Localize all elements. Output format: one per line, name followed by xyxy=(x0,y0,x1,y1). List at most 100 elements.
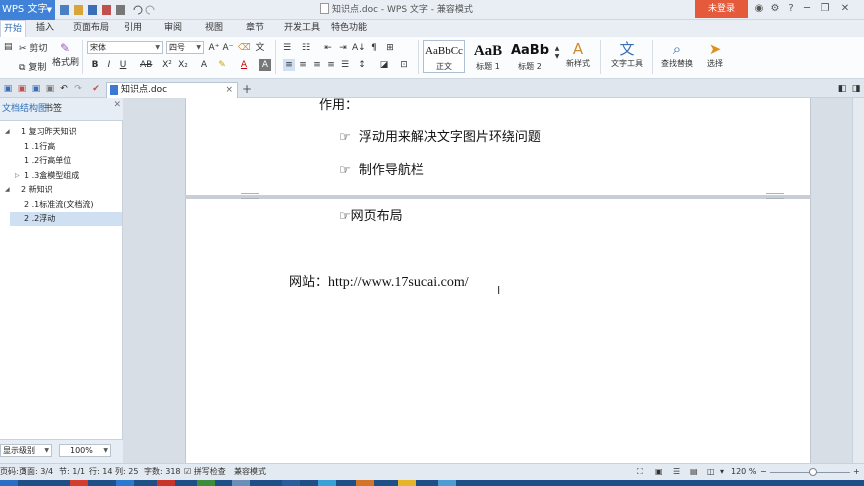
find-replace-button[interactable]: ⌕ 查找替换 xyxy=(657,40,697,69)
web-view-icon[interactable]: ▤ xyxy=(690,464,698,480)
distributed-icon[interactable]: ☰ xyxy=(339,59,351,71)
page-view-icon[interactable]: ▣ xyxy=(655,464,663,480)
skin-icon[interactable]: ◉ xyxy=(752,2,766,16)
line-spacing-icon[interactable]: ↕ xyxy=(356,59,368,71)
taskbar-app-icon[interactable] xyxy=(232,480,250,486)
bullet-item[interactable]: ☞ 制作导航栏 xyxy=(339,162,424,180)
check-icon[interactable]: ✔ xyxy=(90,83,102,95)
zoom-dropdown-icon[interactable]: ▾ xyxy=(720,464,724,480)
login-button[interactable]: 未登录 xyxy=(695,0,748,18)
justify-icon[interactable]: ≡ xyxy=(325,59,337,71)
pinyin-icon[interactable]: 文 xyxy=(254,42,266,54)
fullscreen-icon[interactable]: ⛶ xyxy=(637,464,643,480)
taskbar-app-icon[interactable] xyxy=(318,480,336,486)
taskbar-app-icon[interactable] xyxy=(197,480,215,486)
vertical-scrollbar[interactable] xyxy=(852,98,864,463)
outline-item[interactable]: 2 .1标准流(文档流) xyxy=(10,198,122,212)
tab-bar-icon[interactable]: ▣ xyxy=(30,83,42,95)
tab-review[interactable]: 审阅 xyxy=(164,20,182,37)
redo-icon[interactable]: ↷ xyxy=(72,83,84,95)
tab-bar-icon[interactable]: ▣ xyxy=(44,83,56,95)
outline-item[interactable]: 1 .1行高 xyxy=(10,140,122,154)
heading-text[interactable]: 作用： xyxy=(319,98,358,114)
italic-icon[interactable]: I xyxy=(103,59,115,71)
tab-chapter[interactable]: 章节 xyxy=(246,20,264,37)
ribbon-options-icon[interactable]: ◨ xyxy=(850,83,862,95)
bullets-icon[interactable]: ☰ xyxy=(281,42,293,54)
font-color-icon[interactable]: A xyxy=(238,59,250,71)
expand-icon[interactable]: ▷ xyxy=(15,169,20,183)
close-icon[interactable]: ✕ xyxy=(113,100,121,110)
taskbar-app-icon[interactable] xyxy=(157,480,175,486)
display-level-select[interactable]: 显示级别 ▼ xyxy=(0,444,52,457)
tab-view[interactable]: 视图 xyxy=(205,20,223,37)
font-size-select[interactable]: 四号 ▼ xyxy=(166,41,204,54)
zoom-out-icon[interactable]: − xyxy=(760,464,767,480)
align-left-icon[interactable]: ≡ xyxy=(283,59,295,71)
grow-font-icon[interactable]: A⁺ xyxy=(208,42,220,54)
collapse-icon[interactable]: ◢ xyxy=(5,183,10,197)
restore-button[interactable]: ❐ xyxy=(818,2,832,16)
align-right-icon[interactable]: ≡ xyxy=(311,59,323,71)
strikethrough-icon[interactable]: AB xyxy=(140,59,152,71)
text-effect-icon[interactable]: A xyxy=(198,59,210,71)
cut-button[interactable]: ✂ 剪切 xyxy=(19,41,47,54)
borders-icon[interactable]: ⊞ xyxy=(384,42,396,54)
tab-bar-icon[interactable]: ▣ xyxy=(2,83,14,95)
tab-insert[interactable]: 插入 xyxy=(36,20,54,37)
taskbar-app-icon[interactable] xyxy=(116,480,134,486)
undo-icon[interactable]: ↶ xyxy=(58,83,70,95)
ribbon-collapse-icon[interactable]: ◧ xyxy=(836,83,848,95)
align-center-icon[interactable]: ≡ xyxy=(297,59,309,71)
numbering-icon[interactable]: ☷ xyxy=(300,42,312,54)
text-tools-button[interactable]: 文 文字工具 xyxy=(607,40,647,69)
select-button[interactable]: ➤ 选择 xyxy=(701,40,729,69)
zoom-slider-handle[interactable] xyxy=(809,468,818,476)
nav-zoom-select[interactable]: 100% ▼ xyxy=(59,444,111,457)
website-url[interactable]: http://www.17sucai.com/ xyxy=(328,275,469,290)
zoom-in-icon[interactable]: + xyxy=(853,464,860,480)
outline-item[interactable]: 1 .2行高单位 xyxy=(10,154,122,168)
page2-bullet[interactable]: ☞网页布局 xyxy=(339,208,403,226)
tab-home[interactable]: 开始 xyxy=(0,20,27,37)
taskbar-app-icon[interactable] xyxy=(70,480,88,486)
taskbar-app-icon[interactable] xyxy=(282,480,300,486)
tab-developer[interactable]: 开发工具 xyxy=(284,20,320,37)
tab-bar-icon[interactable]: ▣ xyxy=(16,83,28,95)
format-painter-button[interactable]: ✎ 格式刷 xyxy=(52,41,79,68)
document-tab[interactable]: 知识点.doc × xyxy=(106,82,238,98)
paste-icon[interactable]: ▤ xyxy=(4,42,13,52)
outline-item[interactable]: ◢ 1 复习昨天知识 xyxy=(0,125,122,139)
spell-check-toggle[interactable]: ☑ 拼写检查 xyxy=(184,464,226,480)
tab-references[interactable]: 引用 xyxy=(124,20,142,37)
reading-view-icon[interactable]: ◫ xyxy=(707,464,715,480)
outline-item[interactable]: ▷ 1 .3盒模型组成 xyxy=(10,169,122,183)
border-icon[interactable]: ⊡ xyxy=(398,59,410,71)
clear-format-icon[interactable]: ⌫ xyxy=(238,42,251,54)
tab-special-features[interactable]: 特色功能 xyxy=(331,20,367,37)
outline-item[interactable]: ◢ 2 新知识 xyxy=(0,183,122,197)
font-name-select[interactable]: 宋体 ▼ xyxy=(87,41,163,54)
zoom-value[interactable]: 120 % xyxy=(731,464,756,480)
underline-icon[interactable]: U xyxy=(117,59,129,71)
status-pages[interactable]: 页面: 3/4 xyxy=(19,464,53,480)
shrink-font-icon[interactable]: A⁻ xyxy=(222,42,234,54)
taskbar-app-icon[interactable] xyxy=(356,480,374,486)
collapse-icon[interactable]: ◢ xyxy=(5,125,10,139)
tab-bookmarks[interactable]: 书签 xyxy=(44,103,62,116)
shading-icon[interactable]: ◪ xyxy=(378,59,390,71)
highlight-icon[interactable]: ✎ xyxy=(216,59,228,71)
char-shading-icon[interactable]: A xyxy=(259,59,271,71)
outline-item[interactable]: 2 .2浮动 xyxy=(10,212,122,226)
close-button[interactable]: ✕ xyxy=(838,2,852,16)
status-words[interactable]: 字数: 318 xyxy=(144,464,181,480)
taskbar-app-icon[interactable] xyxy=(438,480,456,486)
sort-icon[interactable]: A↓ xyxy=(352,42,366,54)
decrease-indent-icon[interactable]: ⇤ xyxy=(322,42,334,54)
style-heading2[interactable]: AaBb 标题 2 xyxy=(509,40,551,73)
minimize-button[interactable]: ─ xyxy=(800,2,814,16)
wps-app-menu-button[interactable]: WPS 文字 ▼ xyxy=(0,0,55,20)
document-page[interactable] xyxy=(185,98,811,463)
tab-page-layout[interactable]: 页面布局 xyxy=(73,20,109,37)
start-button[interactable] xyxy=(0,480,18,486)
